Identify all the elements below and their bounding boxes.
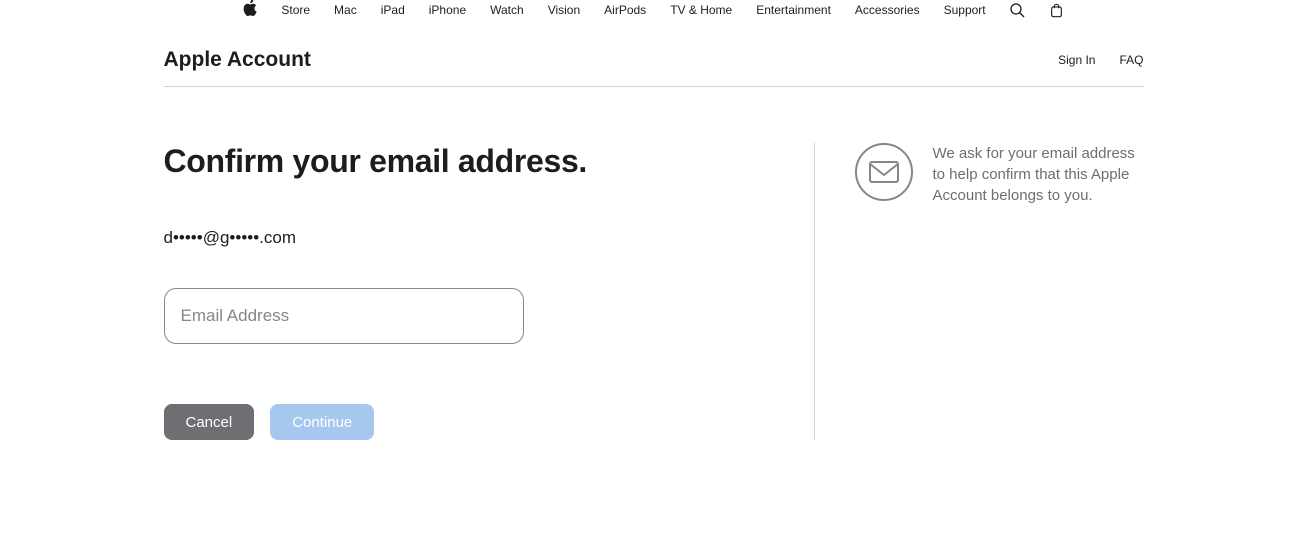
search-icon[interactable] [1010, 3, 1025, 18]
nav-watch[interactable]: Watch [490, 3, 524, 17]
nav-iphone[interactable]: iPhone [429, 3, 466, 17]
button-row: Cancel Continue [164, 404, 814, 440]
nav-support[interactable]: Support [944, 3, 986, 17]
sign-in-link[interactable]: Sign In [1058, 53, 1095, 67]
nav-entertainment[interactable]: Entertainment [756, 3, 831, 17]
nav-mac[interactable]: Mac [334, 3, 357, 17]
help-text: We ask for your email address to help co… [933, 143, 1143, 206]
main-content: Confirm your email address. d•••••@g••••… [164, 143, 1144, 440]
mail-icon [855, 143, 913, 201]
bag-icon[interactable] [1049, 3, 1064, 18]
nav-ipad[interactable]: iPad [381, 3, 405, 17]
global-nav: Store Mac iPad iPhone Watch Vision AirPo… [0, 0, 1307, 20]
subheader-title: Apple Account [164, 48, 311, 72]
nav-vision[interactable]: Vision [548, 3, 580, 17]
nav-accessories[interactable]: Accessories [855, 3, 920, 17]
cancel-button[interactable]: Cancel [164, 404, 255, 440]
page-heading: Confirm your email address. [164, 143, 814, 180]
subheader-links: Sign In FAQ [1058, 53, 1143, 67]
email-field[interactable] [164, 288, 524, 344]
nav-airpods[interactable]: AirPods [604, 3, 646, 17]
nav-store[interactable]: Store [281, 3, 310, 17]
apple-logo-icon[interactable] [243, 0, 257, 22]
email-input-wrapper [164, 288, 814, 344]
masked-email: d•••••@g•••••.com [164, 228, 814, 248]
continue-button[interactable]: Continue [270, 404, 374, 440]
subheader: Apple Account Sign In FAQ [164, 34, 1144, 87]
nav-tv-home[interactable]: TV & Home [670, 3, 732, 17]
left-column: Confirm your email address. d•••••@g••••… [164, 143, 814, 440]
right-column: We ask for your email address to help co… [814, 143, 1143, 440]
faq-link[interactable]: FAQ [1119, 53, 1143, 67]
